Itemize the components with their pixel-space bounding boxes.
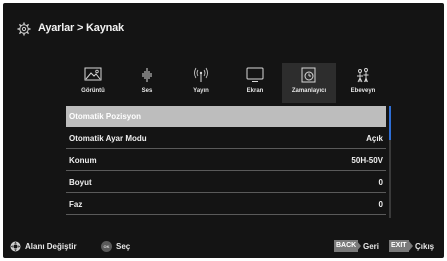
tab-label: Zamanlayıcı: [291, 88, 327, 94]
ok-button-icon: OK: [101, 241, 112, 252]
select-hint: Seç: [116, 242, 131, 251]
menu-item-value: 0: [378, 178, 383, 187]
menu-item-label: Otomatik Pozisyon: [69, 112, 142, 121]
menu-item-konum[interactable]: Konum 50H-50V: [66, 150, 386, 171]
header-bar: Ayarlar > Kaynak: [3, 3, 444, 53]
tab-goruntu[interactable]: Görüntü: [66, 63, 120, 103]
menu-item-faz[interactable]: Faz 0: [66, 194, 386, 215]
gear-icon: [17, 22, 31, 36]
back-hint[interactable]: Geri: [363, 242, 379, 251]
menu-item-label: Boyut: [69, 178, 92, 187]
category-tabs: Görüntü Ses Yayın Ekran Zamanlayıcı Ebev…: [66, 63, 392, 103]
tab-label: Görüntü: [81, 88, 105, 94]
menu-item-label: Faz: [69, 200, 83, 209]
parental-icon: [357, 68, 369, 83]
scrollbar[interactable]: [389, 106, 391, 218]
footer-hints: Alanı Değiştir OK Seç BACK Geri EXIT Çık…: [3, 235, 444, 258]
sound-icon: [142, 68, 152, 82]
menu-item-value: 0: [378, 200, 383, 209]
menu-item-label: Otomatik Ayar Modu: [69, 134, 147, 143]
tab-zamanlayici[interactable]: Zamanlayıcı: [282, 63, 336, 103]
navigate-hint: Alanı Değiştir: [25, 242, 77, 251]
tab-label: Ses: [141, 88, 153, 94]
scrollbar-thumb[interactable]: [389, 106, 391, 140]
tab-label: Ekran: [246, 88, 264, 94]
picture-icon: [84, 67, 102, 81]
tab-ebeveyn[interactable]: Ebeveyn: [336, 63, 390, 103]
back-key-arrow: [356, 240, 361, 252]
tv-menu-screen: Ayarlar > Kaynak Görüntü Ses Yayın Ekran…: [3, 3, 444, 258]
menu-item-value: 50H-50V: [351, 156, 383, 165]
exit-key-arrow: [408, 240, 413, 252]
exit-hint[interactable]: Çıkış: [415, 242, 434, 251]
timer-icon: [301, 67, 316, 83]
monitor-icon: [246, 67, 264, 82]
antenna-icon: [194, 67, 208, 82]
exit-key-badge: EXIT: [389, 240, 409, 252]
menu-item-value: Açık: [366, 134, 383, 143]
back-key-badge: BACK: [334, 240, 359, 252]
dpad-icon: [10, 241, 21, 252]
menu-item-otomatik-pozisyon[interactable]: Otomatik Pozisyon: [66, 106, 386, 127]
tab-ses[interactable]: Ses: [120, 63, 174, 103]
menu-item-boyut[interactable]: Boyut 0: [66, 172, 386, 193]
tab-yayin[interactable]: Yayın: [174, 63, 228, 103]
breadcrumb: Ayarlar > Kaynak: [38, 22, 124, 34]
tab-label: Ebeveyn: [350, 88, 376, 94]
settings-list: Otomatik Pozisyon Otomatik Ayar Modu Açı…: [66, 106, 386, 216]
tab-ekran[interactable]: Ekran: [228, 63, 282, 103]
menu-item-label: Konum: [69, 156, 97, 165]
menu-item-otomatik-ayar-modu[interactable]: Otomatik Ayar Modu Açık: [66, 128, 386, 149]
tab-label: Yayın: [193, 88, 209, 94]
